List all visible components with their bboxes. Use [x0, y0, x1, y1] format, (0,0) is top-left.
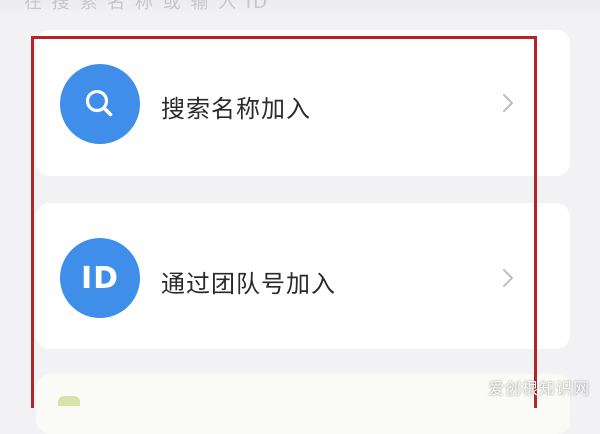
highlight-frame — [31, 36, 537, 408]
header-partial-text: 在 搜 索 名 称 或 输 入 ID — [24, 0, 269, 13]
watermark: 爱创根知识网 — [487, 379, 590, 398]
